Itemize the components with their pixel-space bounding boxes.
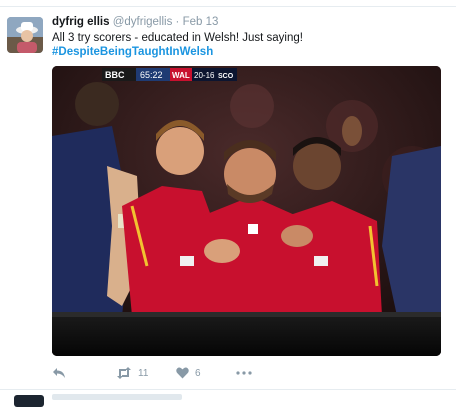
- next-tweet-header: [52, 394, 182, 400]
- user-handle[interactable]: @dyfrigellis: [113, 16, 173, 28]
- like-count: 6: [195, 367, 201, 379]
- scoreboard: BBC 65:22 WAL 20-16 SCO: [102, 68, 237, 81]
- tweet-text: All 3 try scorers - educated in Welsh! J…: [52, 31, 442, 59]
- display-name[interactable]: dyfrig ellis: [52, 16, 110, 28]
- timestamp[interactable]: Feb 13: [183, 16, 219, 28]
- away-team: SCO: [218, 73, 234, 80]
- more-button[interactable]: [236, 364, 252, 382]
- rugby-photo: BBC 65:22 WAL 20-16 SCO: [52, 66, 441, 356]
- next-tweet-preview: [0, 389, 456, 407]
- separator-dot: ·: [175, 16, 180, 28]
- tweet-header: dyfrig ellis @dyfrigellis · Feb 13: [52, 16, 218, 28]
- tweet-actions: 11 6: [52, 364, 312, 382]
- more-icon: [236, 371, 252, 375]
- tweet: dyfrig ellis @dyfrigellis · Feb 13 All 3…: [0, 0, 456, 407]
- divider: [0, 0, 456, 7]
- home-team: WAL: [172, 71, 190, 80]
- tweet-body: All 3 try scorers - educated in Welsh! J…: [52, 32, 303, 44]
- avatar-image: [7, 17, 43, 53]
- reply-button[interactable]: [52, 364, 66, 382]
- broadcaster-logo: BBC: [105, 70, 125, 80]
- retweet-count: 11: [138, 367, 149, 379]
- retweet-button[interactable]: 11: [116, 364, 148, 382]
- next-avatar: [14, 395, 44, 407]
- heart-icon: [176, 367, 189, 379]
- hashtag-link[interactable]: #DespiteBeingTaughtInWelsh: [52, 45, 442, 59]
- tweet-photo[interactable]: BBC 65:22 WAL 20-16 SCO: [52, 66, 441, 356]
- match-clock: 65:22: [140, 70, 163, 80]
- reply-icon: [53, 368, 65, 378]
- match-score: 20-16: [194, 71, 215, 80]
- avatar[interactable]: [7, 17, 43, 53]
- retweet-icon: [117, 367, 131, 379]
- like-button[interactable]: 6: [176, 364, 201, 382]
